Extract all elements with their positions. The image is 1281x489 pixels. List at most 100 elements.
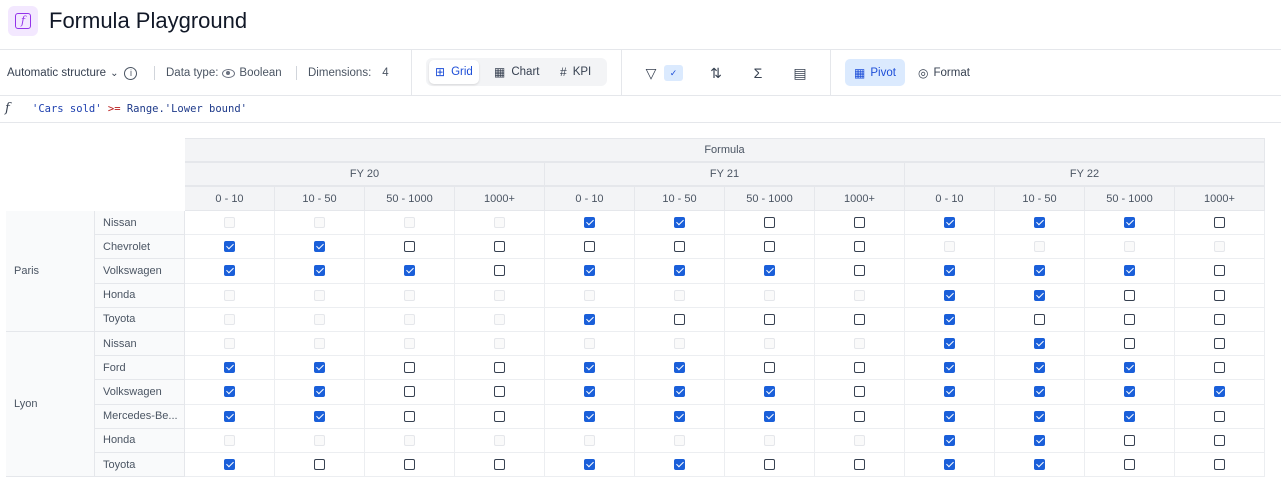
column-header-range[interactable]: 50 - 1000: [725, 186, 815, 211]
rows-layout-icon[interactable]: ▤: [789, 62, 811, 84]
checkbox-unchecked[interactable]: [1214, 338, 1225, 350]
checkbox-checked[interactable]: [584, 386, 595, 398]
checkbox-checked[interactable]: [1124, 362, 1135, 374]
checkbox-unchecked[interactable]: [1214, 459, 1225, 471]
checkbox-empty[interactable]: [224, 289, 235, 301]
checkbox-unchecked[interactable]: [404, 410, 415, 422]
checkbox-empty[interactable]: [944, 241, 955, 253]
checkbox-empty[interactable]: [584, 289, 595, 301]
checkbox-empty[interactable]: [314, 434, 325, 446]
checkbox-checked[interactable]: [674, 217, 685, 229]
sum-icon[interactable]: Σ: [747, 62, 769, 84]
checkbox-checked[interactable]: [314, 410, 325, 422]
row-header-brand[interactable]: Nissan: [95, 332, 185, 357]
pivot-button[interactable]: ▦ Pivot: [845, 59, 905, 86]
checkbox-checked[interactable]: [944, 313, 955, 325]
checkbox-checked[interactable]: [1124, 410, 1135, 422]
checkbox-checked[interactable]: [1124, 386, 1135, 398]
checkbox-checked[interactable]: [674, 459, 685, 471]
checkbox-empty[interactable]: [224, 217, 235, 229]
checkbox-empty[interactable]: [224, 338, 235, 350]
checkbox-empty[interactable]: [854, 289, 865, 301]
checkbox-unchecked[interactable]: [854, 313, 865, 325]
checkbox-unchecked[interactable]: [764, 217, 775, 229]
checkbox-checked[interactable]: [944, 386, 955, 398]
row-header-brand[interactable]: Volkswagen: [95, 380, 185, 405]
checkbox-empty[interactable]: [314, 289, 325, 301]
column-header-range[interactable]: 10 - 50: [275, 186, 365, 211]
checkbox-unchecked[interactable]: [404, 386, 415, 398]
checkbox-empty[interactable]: [854, 338, 865, 350]
checkbox-empty[interactable]: [854, 434, 865, 446]
column-header-range[interactable]: 0 - 10: [185, 186, 275, 211]
checkbox-checked[interactable]: [944, 459, 955, 471]
checkbox-unchecked[interactable]: [1124, 338, 1135, 350]
checkbox-checked[interactable]: [314, 241, 325, 253]
checkbox-checked[interactable]: [1034, 434, 1045, 446]
checkbox-unchecked[interactable]: [1214, 289, 1225, 301]
checkbox-checked[interactable]: [764, 265, 775, 277]
checkbox-unchecked[interactable]: [494, 410, 505, 422]
checkbox-empty[interactable]: [1034, 241, 1045, 253]
checkbox-unchecked[interactable]: [1124, 313, 1135, 325]
column-header-range[interactable]: 10 - 50: [635, 186, 725, 211]
column-header-range[interactable]: 50 - 1000: [365, 186, 455, 211]
checkbox-empty[interactable]: [674, 289, 685, 301]
checkbox-checked[interactable]: [1034, 338, 1045, 350]
checkbox-checked[interactable]: [224, 459, 235, 471]
checkbox-unchecked[interactable]: [854, 386, 865, 398]
data-type-selector[interactable]: Data type: Boolean: [166, 50, 282, 96]
checkbox-checked[interactable]: [584, 265, 595, 277]
checkbox-empty[interactable]: [1124, 241, 1135, 253]
checkbox-unchecked[interactable]: [1124, 289, 1135, 301]
checkbox-unchecked[interactable]: [854, 265, 865, 277]
checkbox-checked[interactable]: [1034, 265, 1045, 277]
checkbox-unchecked[interactable]: [854, 217, 865, 229]
checkbox-empty[interactable]: [584, 434, 595, 446]
checkbox-unchecked[interactable]: [1124, 434, 1135, 446]
checkbox-checked[interactable]: [944, 265, 955, 277]
checkbox-checked[interactable]: [224, 265, 235, 277]
info-icon[interactable]: i: [124, 66, 138, 80]
view-kpi-button[interactable]: # KPI: [554, 60, 597, 84]
column-header-year[interactable]: FY 20: [185, 162, 545, 186]
checkbox-checked[interactable]: [944, 434, 955, 446]
checkbox-checked[interactable]: [944, 217, 955, 229]
row-header-brand[interactable]: Toyota: [95, 453, 185, 478]
checkbox-empty[interactable]: [314, 338, 325, 350]
checkbox-unchecked[interactable]: [584, 241, 595, 253]
checkbox-unchecked[interactable]: [854, 241, 865, 253]
row-header-city[interactable]: Paris: [6, 211, 95, 332]
column-header-range[interactable]: 50 - 1000: [1085, 186, 1175, 211]
checkbox-empty[interactable]: [494, 313, 505, 325]
checkbox-unchecked[interactable]: [1214, 410, 1225, 422]
checkbox-empty[interactable]: [674, 338, 685, 350]
checkbox-unchecked[interactable]: [1214, 434, 1225, 446]
checkbox-checked[interactable]: [764, 386, 775, 398]
checkbox-checked[interactable]: [314, 386, 325, 398]
checkbox-checked[interactable]: [224, 362, 235, 374]
checkbox-unchecked[interactable]: [1124, 459, 1135, 471]
checkbox-empty[interactable]: [494, 434, 505, 446]
view-chart-button[interactable]: ▦ Chart: [488, 60, 545, 84]
checkbox-unchecked[interactable]: [1034, 313, 1045, 325]
checkbox-empty[interactable]: [494, 217, 505, 229]
checkbox-checked[interactable]: [224, 386, 235, 398]
checkbox-checked[interactable]: [404, 265, 415, 277]
checkbox-unchecked[interactable]: [1214, 313, 1225, 325]
checkbox-checked[interactable]: [224, 410, 235, 422]
checkbox-unchecked[interactable]: [494, 459, 505, 471]
filter-active-check-icon[interactable]: ✓: [664, 65, 683, 81]
checkbox-unchecked[interactable]: [404, 362, 415, 374]
checkbox-unchecked[interactable]: [314, 459, 325, 471]
checkbox-checked[interactable]: [1214, 386, 1225, 398]
row-header-brand[interactable]: Honda: [95, 283, 185, 308]
checkbox-unchecked[interactable]: [1214, 265, 1225, 277]
checkbox-unchecked[interactable]: [854, 459, 865, 471]
checkbox-unchecked[interactable]: [404, 241, 415, 253]
checkbox-unchecked[interactable]: [854, 410, 865, 422]
dimensions-indicator[interactable]: Dimensions: 4: [308, 50, 389, 96]
checkbox-empty[interactable]: [764, 289, 775, 301]
checkbox-checked[interactable]: [314, 362, 325, 374]
column-header-year[interactable]: FY 21: [545, 162, 905, 186]
